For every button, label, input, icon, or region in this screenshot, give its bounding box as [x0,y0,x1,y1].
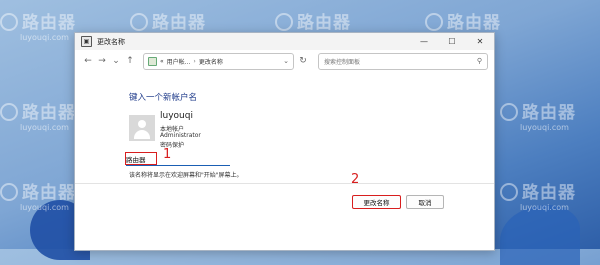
address-bar[interactable]: « 用户帐... › 更改名称 ⌄ [143,52,294,70]
refresh-icon[interactable]: ↻ [294,56,312,66]
divider [75,183,494,184]
name-hint-text: 该名称将显示在欢迎屏幕和"开始"屏幕上。 [129,172,243,179]
search-control-panel-input[interactable]: 搜索控制面板 ⚲ [318,52,488,70]
change-name-window: ▣ 更改名称 — ☐ ✕ ← → ⌄ ↑ « 用户帐... › 更改名称 ⌄ ↻… [74,32,495,251]
watermark: 路由器luyouqi.com [500,98,576,132]
watermark: 路由器luyouqi.com [0,178,76,212]
step-2-annotation: 2 [351,172,360,187]
address-dropdown-icon[interactable]: ⌄ [283,57,289,65]
navigation-bar: ← → ⌄ ↑ « 用户帐... › 更改名称 ⌄ ↻ 搜索控制面板 ⚲ [75,50,494,72]
control-panel-folder-icon [148,56,157,66]
up-arrow-icon[interactable]: ↑ [123,56,137,66]
maximize-button[interactable]: ☐ [438,33,466,50]
recent-dropdown-icon[interactable]: ⌄ [109,56,123,66]
watermark: 路由器luyouqi.com [0,8,76,42]
search-placeholder: 搜索控制面板 [324,58,361,66]
change-name-button[interactable]: 更改名称 [352,195,401,209]
user-avatar-icon [129,115,155,141]
page-heading: 键入一个新帐户名 [129,93,198,103]
forward-arrow-icon[interactable]: → [95,56,109,66]
watermark: 路由器luyouqi.com [0,98,76,132]
account-role: Administrator [160,132,201,139]
step-1-annotation: 1 [163,147,172,162]
window-title: 更改名称 [97,37,125,46]
cancel-button[interactable]: 取消 [406,195,444,209]
breadcrumb-separator-icon: › [193,57,196,65]
desktop-wallpaper-swirl [500,205,580,265]
search-icon: ⚲ [476,57,482,65]
minimize-button[interactable]: — [410,33,438,50]
back-arrow-icon[interactable]: ← [81,56,95,66]
breadcrumb-change-name[interactable]: 更改名称 [199,57,223,66]
breadcrumb-overflow[interactable]: « [160,58,164,65]
watermark: 路由器luyouqi.com [500,178,576,212]
account-name: luyouqi [160,111,193,121]
step-1-highlight-box [125,152,157,165]
control-panel-icon: ▣ [81,36,92,47]
breadcrumb-user-accounts[interactable]: 用户帐... [167,57,191,66]
close-button[interactable]: ✕ [466,33,494,50]
title-bar[interactable]: ▣ 更改名称 — ☐ ✕ [75,33,494,50]
